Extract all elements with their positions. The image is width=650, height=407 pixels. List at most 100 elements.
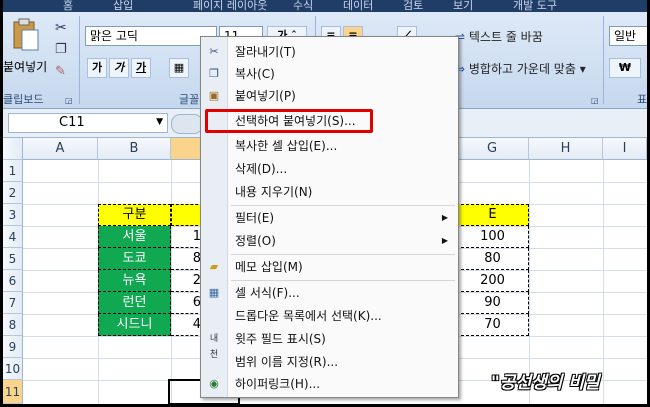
row-header[interactable]: 5 xyxy=(3,248,23,270)
menu-item-label: 윗주 필드 표시(S) xyxy=(235,332,326,346)
menu-item-label: 내용 지우기(N) xyxy=(235,185,313,199)
menu-item-show-phonetic[interactable]: 내천 윗주 필드 표시(S) xyxy=(201,328,458,360)
table-cell[interactable]: 6 xyxy=(171,292,203,314)
menu-item-filter[interactable]: 필터(E) ▶ xyxy=(201,207,458,229)
bold-button[interactable]: 가 xyxy=(87,58,107,78)
cut-icon[interactable]: ✂ xyxy=(55,20,67,36)
menu-item-label: 잘라내기(T) xyxy=(235,45,296,59)
menu-item-label: 하이퍼링크(H)... xyxy=(235,377,321,391)
font-name-select[interactable]: 맑은 고딕 xyxy=(85,26,217,46)
table-row-label[interactable]: 뉴욕 xyxy=(98,270,171,292)
name-box-value: C11 xyxy=(59,115,85,130)
formula-bar-expand-button[interactable] xyxy=(171,114,203,134)
row-header[interactable]: 10 xyxy=(3,358,23,380)
table-cell[interactable]: 8 xyxy=(171,248,203,270)
column-header-i[interactable]: I xyxy=(603,138,647,160)
context-menu: ✂ 잘라내기(T) ❐ 복사(C) ▣ 붙여넣기(P) 선택하여 붙여넣기(S)… xyxy=(200,36,459,398)
row-header[interactable]: 6 xyxy=(3,270,23,292)
menu-separator xyxy=(231,280,455,281)
menu-item-sort[interactable]: 정렬(O) ▶ xyxy=(201,230,458,252)
name-box[interactable]: C11 ▼ xyxy=(8,113,168,133)
wrap-text-button[interactable]: ⇌ 텍스트 줄 바꿈 xyxy=(455,28,543,45)
paste-button[interactable]: 붙여넣기 xyxy=(3,18,49,80)
menu-item-format-cells[interactable]: ▦ 셀 서식(F)... xyxy=(201,282,458,304)
menu-item-define-name[interactable]: 범위 이름 지정(R)... xyxy=(201,351,458,373)
scissors-icon: ✂ xyxy=(209,45,219,58)
menu-item-hyperlink[interactable]: ◉ 하이퍼링크(H)... xyxy=(201,373,458,395)
table-cell[interactable]: 2 xyxy=(171,270,203,292)
table-row-label[interactable]: 서울 xyxy=(98,226,171,248)
menu-item-delete[interactable]: 삭제(D)... xyxy=(201,158,458,180)
column-header-b[interactable]: B xyxy=(98,138,171,160)
hyperlink-icon: ◉ xyxy=(209,377,219,390)
wrap-text-label: 텍스트 줄 바꿈 xyxy=(468,30,543,44)
menu-item-label: 붙여넣기(P) xyxy=(235,89,296,103)
table-cell[interactable]: 90 xyxy=(456,292,529,314)
table-header-cell[interactable]: 구분 xyxy=(98,204,171,226)
row-header[interactable]: 2 xyxy=(3,182,23,204)
select-all-corner[interactable] xyxy=(3,138,23,160)
row-header[interactable]: 8 xyxy=(3,314,23,336)
row-header[interactable]: 7 xyxy=(3,292,23,314)
font-group-label: 글꼴 xyxy=(179,93,200,106)
menu-separator xyxy=(231,205,455,206)
table-cell[interactable]: 80 xyxy=(456,248,529,270)
underline-button[interactable]: 가 xyxy=(131,58,151,78)
menu-item-pick-from-list[interactable]: 드롭다운 목록에서 선택(K)... xyxy=(201,305,458,327)
paste-label: 붙여넣기 xyxy=(3,60,48,74)
column-header-h[interactable]: H xyxy=(529,138,603,160)
number-group-label: 표 xyxy=(637,93,647,106)
merge-center-button[interactable]: ⇔ 병합하고 가운데 맞춤 ▾ xyxy=(455,60,586,77)
row-header[interactable]: 11 xyxy=(3,380,23,404)
menu-item-label: 셀 서식(F)... xyxy=(235,286,300,300)
row-header[interactable]: 3 xyxy=(3,204,23,226)
table-cell[interactable]: 70 xyxy=(456,314,529,336)
table-cell[interactable]: 4 xyxy=(171,314,203,336)
column-header-g[interactable]: G xyxy=(456,138,529,160)
chevron-down-icon[interactable]: ▼ xyxy=(156,117,163,127)
menu-item-label: 드롭다운 목록에서 선택(K)... xyxy=(235,309,382,323)
paste-icon xyxy=(13,18,39,51)
table-header-cell-c[interactable] xyxy=(171,204,203,226)
table-row-label[interactable]: 도쿄 xyxy=(98,248,171,270)
menu-item-label: 필터(E) xyxy=(235,211,275,225)
ribbon-tab-strip: 홈 삽입 페이지 레이아웃 수식 데이터 검토 보기 개발 도구 xyxy=(3,0,647,12)
dialog-launcher-icon[interactable]: ◲ xyxy=(65,96,73,105)
table-cell[interactable]: 100 xyxy=(456,226,529,248)
comment-icon: ▰ xyxy=(209,260,219,273)
number-format-select[interactable]: 일반 xyxy=(609,26,647,46)
table-row-label[interactable]: 런던 xyxy=(98,292,171,314)
clipboard-group-label: 클립보드 xyxy=(3,93,44,106)
merge-center-label: 병합하고 가운데 맞춤 xyxy=(468,62,576,76)
watermark: "공선생의 비밀 xyxy=(491,373,600,393)
menu-item-cut[interactable]: ✂ 잘라내기(T) xyxy=(201,41,458,63)
table-header-cell-g[interactable]: E xyxy=(456,204,529,226)
column-header-a[interactable]: A xyxy=(23,138,98,160)
border-button[interactable]: ▦ xyxy=(169,58,189,78)
copy-icon[interactable]: ❐ xyxy=(55,42,67,57)
table-row-label[interactable]: 시드니 xyxy=(98,314,171,336)
menu-separator xyxy=(231,254,455,255)
menu-item-label: 메모 삽입(M) xyxy=(235,260,303,274)
row-header[interactable]: 4 xyxy=(3,226,23,248)
italic-button[interactable]: 가 xyxy=(109,58,129,78)
excel-window: 홈 삽입 페이지 레이아웃 수식 데이터 검토 보기 개발 도구 붙여넣기 ✂ … xyxy=(3,0,647,404)
menu-item-label: 복사한 셀 삽입(E)... xyxy=(235,139,338,153)
menu-item-paste[interactable]: ▣ 붙여넣기(P) xyxy=(201,85,458,107)
menu-item-insert-copied-cells[interactable]: 복사한 셀 삽입(E)... xyxy=(201,135,458,157)
format-painter-icon[interactable]: ✎ xyxy=(55,64,66,79)
currency-button[interactable]: ₩ xyxy=(609,58,641,78)
dialog-launcher-icon[interactable]: ◲ xyxy=(591,96,599,105)
row-header[interactable]: 9 xyxy=(3,336,23,358)
menu-item-insert-comment[interactable]: ▰ 메모 삽입(M) xyxy=(201,256,458,278)
menu-item-clear-contents[interactable]: 내용 지우기(N) xyxy=(201,181,458,203)
paste-icon: ▣ xyxy=(208,89,220,102)
table-cell[interactable]: 1 xyxy=(171,226,203,248)
row-header[interactable]: 1 xyxy=(3,160,23,182)
submenu-arrow-icon: ▶ xyxy=(441,213,448,222)
column-header-c[interactable] xyxy=(171,138,203,160)
paste-special-highlight-box xyxy=(205,109,373,133)
table-cell[interactable]: 200 xyxy=(456,270,529,292)
menu-item-copy[interactable]: ❐ 복사(C) xyxy=(201,63,458,85)
phonetic-icon: 내천 xyxy=(209,334,219,360)
